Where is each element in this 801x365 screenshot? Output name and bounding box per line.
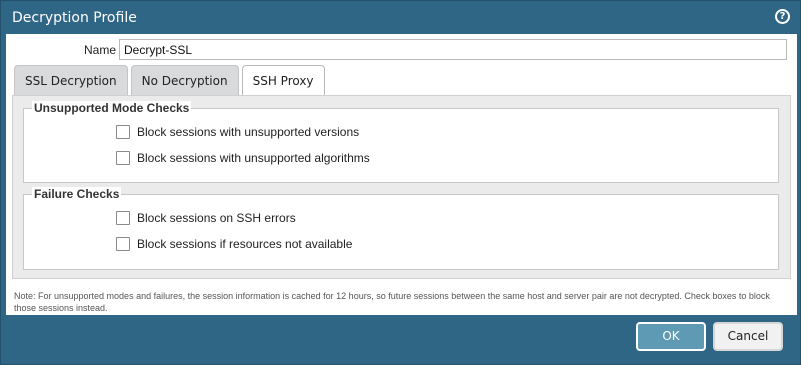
option-unsupported-versions[interactable]: Block sessions with unsupported versions — [116, 125, 359, 139]
unsupported-mode-checks-group: Unsupported Mode Checks Block sessions w… — [23, 101, 779, 183]
checkbox[interactable] — [116, 211, 130, 225]
decryption-profile-dialog: Decryption Profile ? Name SSL Decryption… — [0, 0, 801, 365]
tab-no-decryption[interactable]: No Decryption — [130, 65, 239, 95]
checkbox-label: Block sessions if resources not availabl… — [137, 237, 353, 251]
name-input[interactable] — [119, 39, 787, 60]
checkbox-label: Block sessions with unsupported algorith… — [137, 151, 370, 165]
group-legend: Unsupported Mode Checks — [32, 101, 192, 115]
group-legend: Failure Checks — [32, 187, 122, 201]
ok-button[interactable]: OK — [636, 322, 706, 351]
checkbox-label: Block sessions on SSH errors — [137, 211, 296, 225]
dialog-titlebar[interactable]: Decryption Profile ? — [1, 1, 800, 34]
option-ssh-errors[interactable]: Block sessions on SSH errors — [116, 211, 296, 225]
failure-checks-group: Failure Checks Block sessions on SSH err… — [23, 187, 779, 270]
note-text: Note: For unsupported modes and failures… — [14, 291, 770, 313]
name-row: Name — [6, 39, 791, 61]
tab-ssh-proxy[interactable]: SSH Proxy — [241, 65, 325, 96]
checkbox-label: Block sessions with unsupported versions — [137, 125, 360, 139]
option-resources-unavailable[interactable]: Block sessions if resources not availabl… — [116, 237, 352, 251]
checkbox[interactable] — [116, 151, 130, 165]
cancel-button[interactable]: Cancel — [713, 322, 783, 351]
help-icon[interactable]: ? — [775, 9, 790, 24]
dialog-title: Decryption Profile — [12, 9, 137, 26]
option-unsupported-algorithms[interactable]: Block sessions with unsupported algorith… — [116, 151, 370, 165]
tab-bar: SSL Decryption No Decryption SSH Proxy — [14, 65, 328, 96]
ssh-proxy-panel: Unsupported Mode Checks Block sessions w… — [12, 95, 791, 279]
checkbox[interactable] — [116, 125, 130, 139]
dialog-content: Name SSL Decryption No Decryption SSH Pr… — [6, 34, 797, 315]
tab-ssl-decryption[interactable]: SSL Decryption — [14, 65, 128, 95]
checkbox[interactable] — [116, 237, 130, 251]
name-label: Name — [83, 43, 116, 57]
